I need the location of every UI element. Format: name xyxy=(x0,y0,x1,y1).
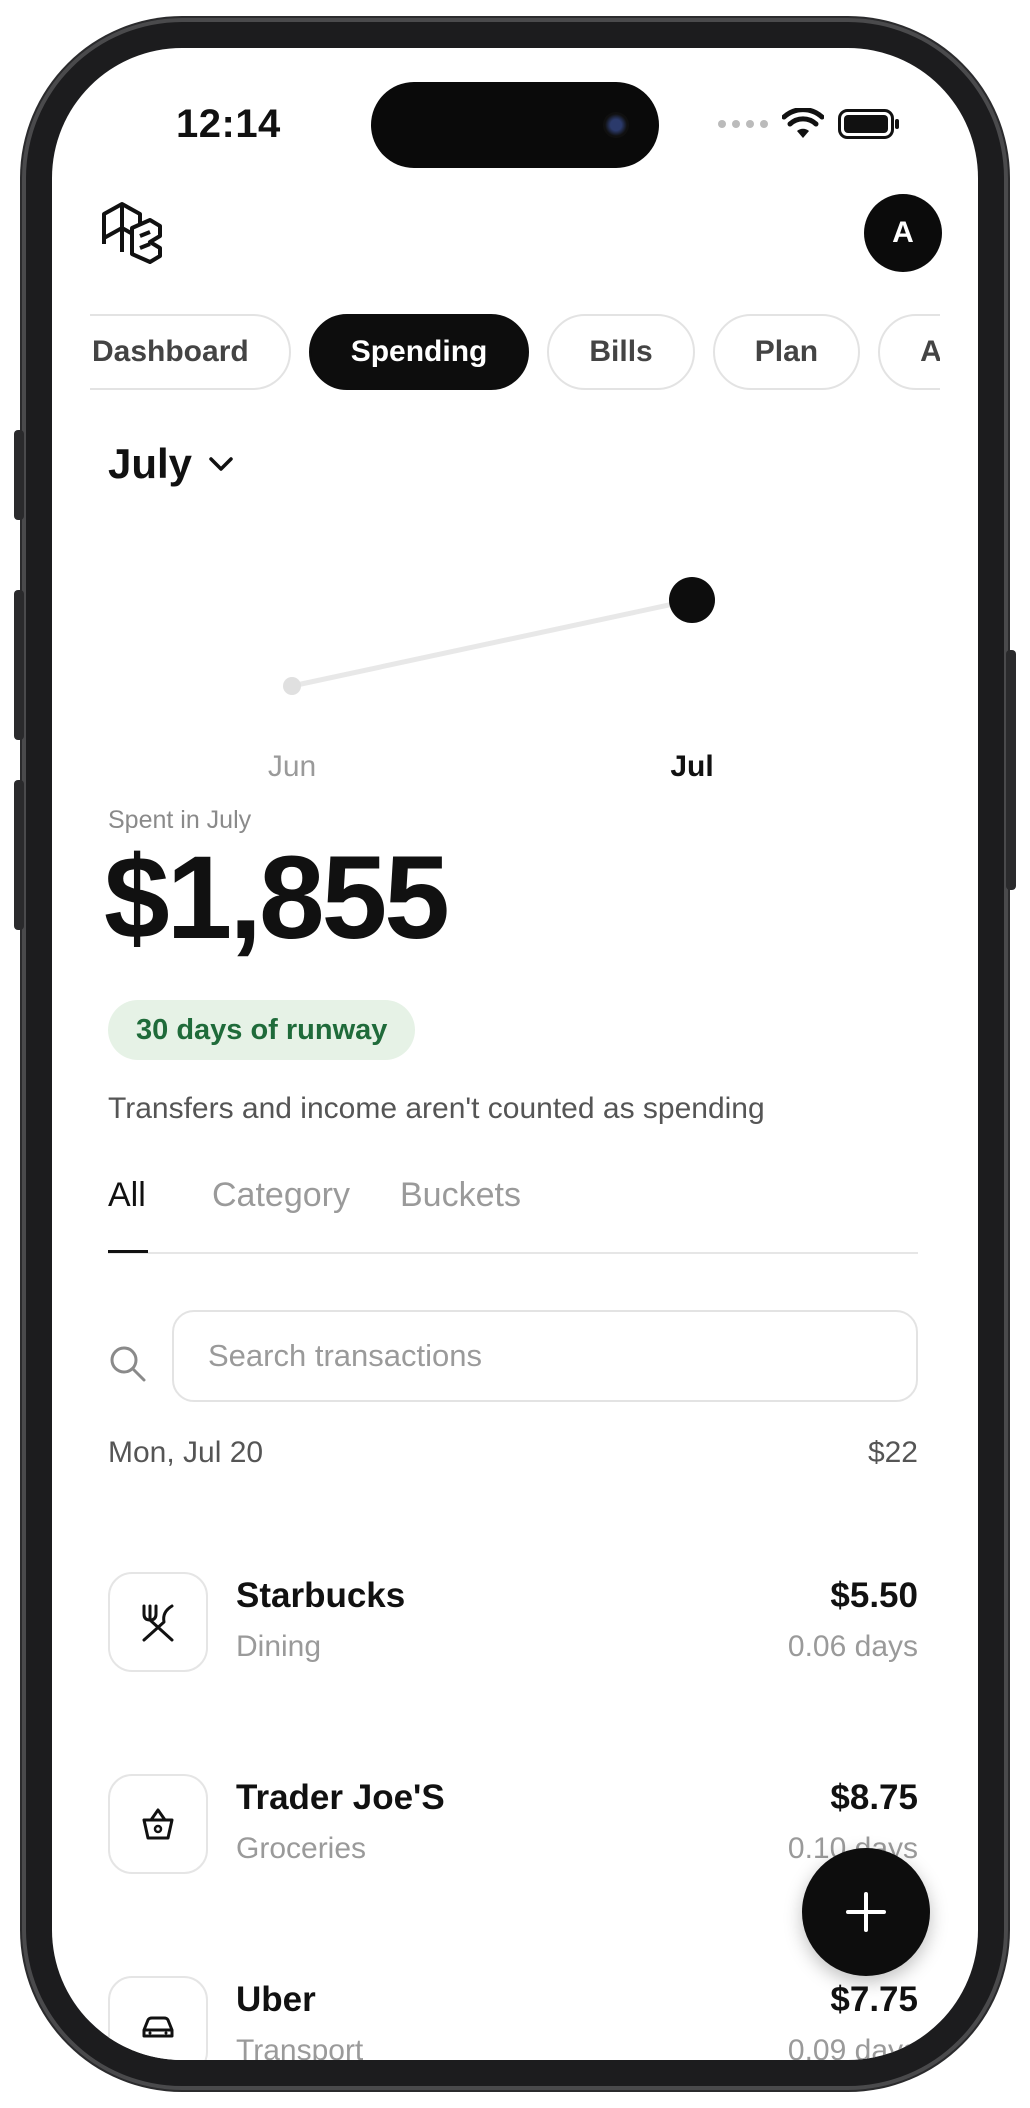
wifi-icon xyxy=(782,108,824,138)
transaction-days: 0.09 days xyxy=(787,2034,918,2060)
chart-point-jul[interactable] xyxy=(669,577,715,623)
spending-chart: Jun Jul xyxy=(268,577,715,783)
fork-knife-icon xyxy=(142,1604,174,1642)
transaction-amount: $5.50 xyxy=(830,1576,918,1615)
transaction-row[interactable]: Trader Joe'S Groceries $8.75 0.10 days xyxy=(108,1774,918,1874)
app-logo-icon[interactable] xyxy=(98,198,164,264)
group-date: Mon, Jul 20 xyxy=(108,1436,264,1469)
segment-underline xyxy=(108,1250,148,1253)
transaction-category: Transport xyxy=(236,2034,364,2060)
plus-icon xyxy=(846,1892,886,1932)
transaction-category: Groceries xyxy=(236,1832,367,1865)
transaction-amount: $7.75 xyxy=(830,1980,918,2019)
segment-buckets[interactable]: Buckets xyxy=(400,1176,521,1215)
segment-tabs: All Category Buckets xyxy=(108,1158,918,1254)
runway-badge: 30 days of runway xyxy=(108,1000,416,1060)
status-time: 12:14 xyxy=(176,102,281,146)
basket-icon xyxy=(142,1808,174,1840)
car-icon xyxy=(142,2016,174,2038)
tab-advice[interactable]: Advice xyxy=(878,314,940,390)
transaction-name: Uber xyxy=(236,1980,316,2019)
chevron-down-icon xyxy=(209,457,233,471)
category-icon-box xyxy=(108,1976,208,2060)
dynamic-island xyxy=(371,82,659,168)
nav-tabs: Dashboard Spending Bills Plan Advice xyxy=(90,314,940,394)
segment-all[interactable]: All xyxy=(108,1176,146,1215)
transaction-amount: $8.75 xyxy=(830,1778,918,1817)
app-screen: 12:14 A Dashboard Spending Bills Plan Ad… xyxy=(52,48,978,2060)
avatar[interactable]: A xyxy=(864,194,942,272)
category-icon-box xyxy=(108,1572,208,1672)
side-button-power xyxy=(1006,650,1016,890)
chart-tick-label-jun[interactable]: Jun xyxy=(268,750,316,783)
chart-point-jun[interactable] xyxy=(283,677,301,695)
transaction-name: Trader Joe'S xyxy=(236,1778,445,1817)
status-icons xyxy=(718,108,900,140)
tab-plan[interactable]: Plan xyxy=(712,314,861,390)
transaction-row[interactable]: Uber Transport $7.75 0.09 days xyxy=(108,1976,918,2060)
transaction-name: Starbucks xyxy=(236,1576,406,1615)
segment-category[interactable]: Category xyxy=(212,1176,350,1215)
side-button-volume-up xyxy=(14,590,24,740)
add-transaction-button[interactable] xyxy=(802,1848,930,1976)
signal-icon xyxy=(718,120,768,128)
chart-tick-label-jul[interactable]: Jul xyxy=(670,750,713,783)
search-icon xyxy=(110,1346,146,1382)
month-label: July xyxy=(108,440,193,487)
group-total: $22 xyxy=(867,1436,918,1469)
chart-series-line xyxy=(291,597,693,689)
transaction-category: Dining xyxy=(236,1630,322,1663)
transaction-row[interactable]: Starbucks Dining $5.50 0.06 days xyxy=(108,1572,918,1672)
camera-icon xyxy=(603,112,629,138)
transaction-days: 0.06 days xyxy=(787,1630,918,1663)
tab-bills[interactable]: Bills xyxy=(547,314,695,390)
month-select[interactable]: July xyxy=(108,440,234,488)
spending-note: Transfers and income aren't counted as s… xyxy=(108,1092,765,1125)
category-icon-box xyxy=(108,1774,208,1874)
search-input[interactable] xyxy=(172,1310,918,1402)
side-button-volume-down xyxy=(14,780,24,930)
side-button-action xyxy=(14,430,24,520)
tab-spending[interactable]: Spending xyxy=(308,314,530,390)
battery-icon xyxy=(838,109,899,139)
spent-amount: $1,855 xyxy=(104,832,450,964)
date-group-header: Mon, Jul 20 $22 xyxy=(108,1436,918,1470)
tab-dashboard[interactable]: Dashboard xyxy=(90,314,291,390)
